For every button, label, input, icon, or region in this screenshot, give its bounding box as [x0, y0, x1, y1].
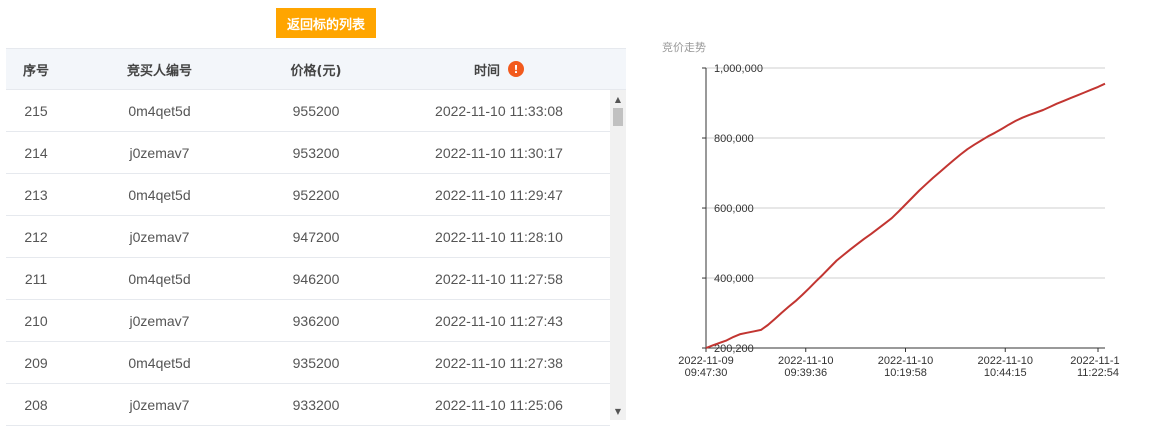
x-tick-label-time: 11:22:54 [1077, 367, 1119, 379]
table-row: 213 0m4qet5d 952200 2022-11-10 11:29:47 [6, 174, 610, 216]
return-to-list-button[interactable]: 返回标的列表 [276, 8, 376, 38]
cell-bidder: 0m4qet5d [128, 354, 191, 371]
y-tick-label: 400,000 [714, 273, 754, 285]
cell-time: 2022-11-10 11:27:58 [435, 270, 563, 287]
cell-price: 933200 [292, 396, 340, 413]
cell-time: 2022-11-10 11:29:47 [435, 186, 563, 203]
header-time: 时间 ! [386, 49, 612, 89]
cell-index: 210 [24, 312, 48, 329]
x-tick-label-time: 09:39:36 [784, 367, 827, 379]
y-tick-label: 600,000 [714, 203, 754, 215]
cell-price: 936200 [292, 312, 340, 329]
cell-bidder: j0zemav7 [129, 144, 190, 161]
cell-index: 209 [24, 354, 48, 371]
scroll-up-arrow-icon[interactable]: ▲ [610, 92, 626, 106]
cell-index: 213 [24, 186, 48, 203]
cell-price: 947200 [292, 228, 340, 245]
cell-price: 955200 [292, 102, 340, 119]
bid-table: 序号 竞买人编号 价格(元) 时间 ! 215 0m4qet5d 955200 … [6, 48, 626, 431]
cell-price: 935200 [292, 354, 340, 371]
table-row: 208 j0zemav7 933200 2022-11-10 11:25:06 [6, 384, 610, 426]
cell-index: 214 [24, 144, 48, 161]
table-body: 215 0m4qet5d 955200 2022-11-10 11:33:08 … [6, 90, 610, 431]
cell-index: 208 [24, 396, 48, 413]
info-icon[interactable]: ! [508, 61, 524, 77]
table-row: 212 j0zemav7 947200 2022-11-10 11:28:10 [6, 216, 610, 258]
cell-price: 946200 [292, 270, 340, 287]
cell-price: 953200 [292, 144, 340, 161]
cell-bidder: j0zemav7 [129, 396, 190, 413]
x-tick-label-time: 09:47:30 [685, 367, 728, 379]
cell-time: 2022-11-10 11:33:08 [435, 102, 563, 119]
table-scrollbar[interactable]: ▲ ▼ [610, 90, 626, 420]
header-price: 价格(元) [290, 63, 342, 79]
table-row: 210 j0zemav7 936200 2022-11-10 11:27:43 [6, 300, 610, 342]
x-tick-label-date: 2022-11-10 [778, 355, 833, 367]
y-tick-label: 200,200 [714, 343, 754, 355]
cell-bidder: j0zemav7 [129, 312, 190, 329]
price-trend-chart: 200,200 400,000 600,000 800,000 1,000,000 202… [678, 63, 1120, 379]
cell-time: 2022-11-10 11:25:06 [435, 396, 563, 413]
y-tick-label: 800,000 [714, 133, 754, 145]
header-index: 序号 [22, 63, 49, 79]
scrollbar-thumb[interactable] [613, 108, 623, 126]
page: 返回标的列表 序号 竞买人编号 价格(元) 时间 ! 215 0m4qet5d … [0, 0, 1154, 431]
table-header: 序号 竞买人编号 价格(元) 时间 ! [6, 48, 626, 90]
x-tick-label-date: 2022-11-10 [978, 355, 1033, 367]
cell-time: 2022-11-10 11:28:10 [435, 228, 563, 245]
header-time-label: 时间 [473, 63, 500, 79]
cell-bidder: j0zemav7 [129, 228, 190, 245]
cell-price: 952200 [292, 186, 340, 203]
cell-bidder: 0m4qet5d [128, 102, 191, 119]
y-tick-label: 1,000,000 [714, 63, 763, 75]
table-row: 215 0m4qet5d 955200 2022-11-10 11:33:08 [6, 90, 610, 132]
cell-time: 2022-11-10 11:27:43 [435, 312, 563, 329]
table-row: 214 j0zemav7 953200 2022-11-10 11:30:17 [6, 132, 610, 174]
cell-index: 215 [24, 102, 48, 119]
cell-time: 2022-11-10 11:27:38 [435, 354, 563, 371]
cell-time: 2022-11-10 11:30:17 [435, 144, 563, 161]
table-row: 211 0m4qet5d 946200 2022-11-10 11:27:58 [6, 258, 610, 300]
cell-index: 212 [24, 228, 48, 245]
x-tick-label-time: 10:19:58 [884, 367, 927, 379]
series-line [705, 82, 1106, 349]
header-bidder: 竞买人编号 [126, 63, 192, 79]
cell-bidder: 0m4qet5d [128, 270, 191, 287]
x-tick-label-date: 2022-11-10 [878, 355, 933, 367]
scroll-down-arrow-icon[interactable]: ▼ [610, 404, 626, 418]
cell-index: 211 [24, 270, 48, 287]
cell-bidder: 0m4qet5d [128, 186, 191, 203]
x-tick-label-date: 2022-11-09 [678, 355, 733, 367]
table-row: 209 0m4qet5d 935200 2022-11-10 11:27:38 [6, 342, 610, 384]
x-tick-label-date: 2022-11-10 [1070, 355, 1120, 367]
x-tick-label-time: 10:44:15 [984, 367, 1027, 379]
